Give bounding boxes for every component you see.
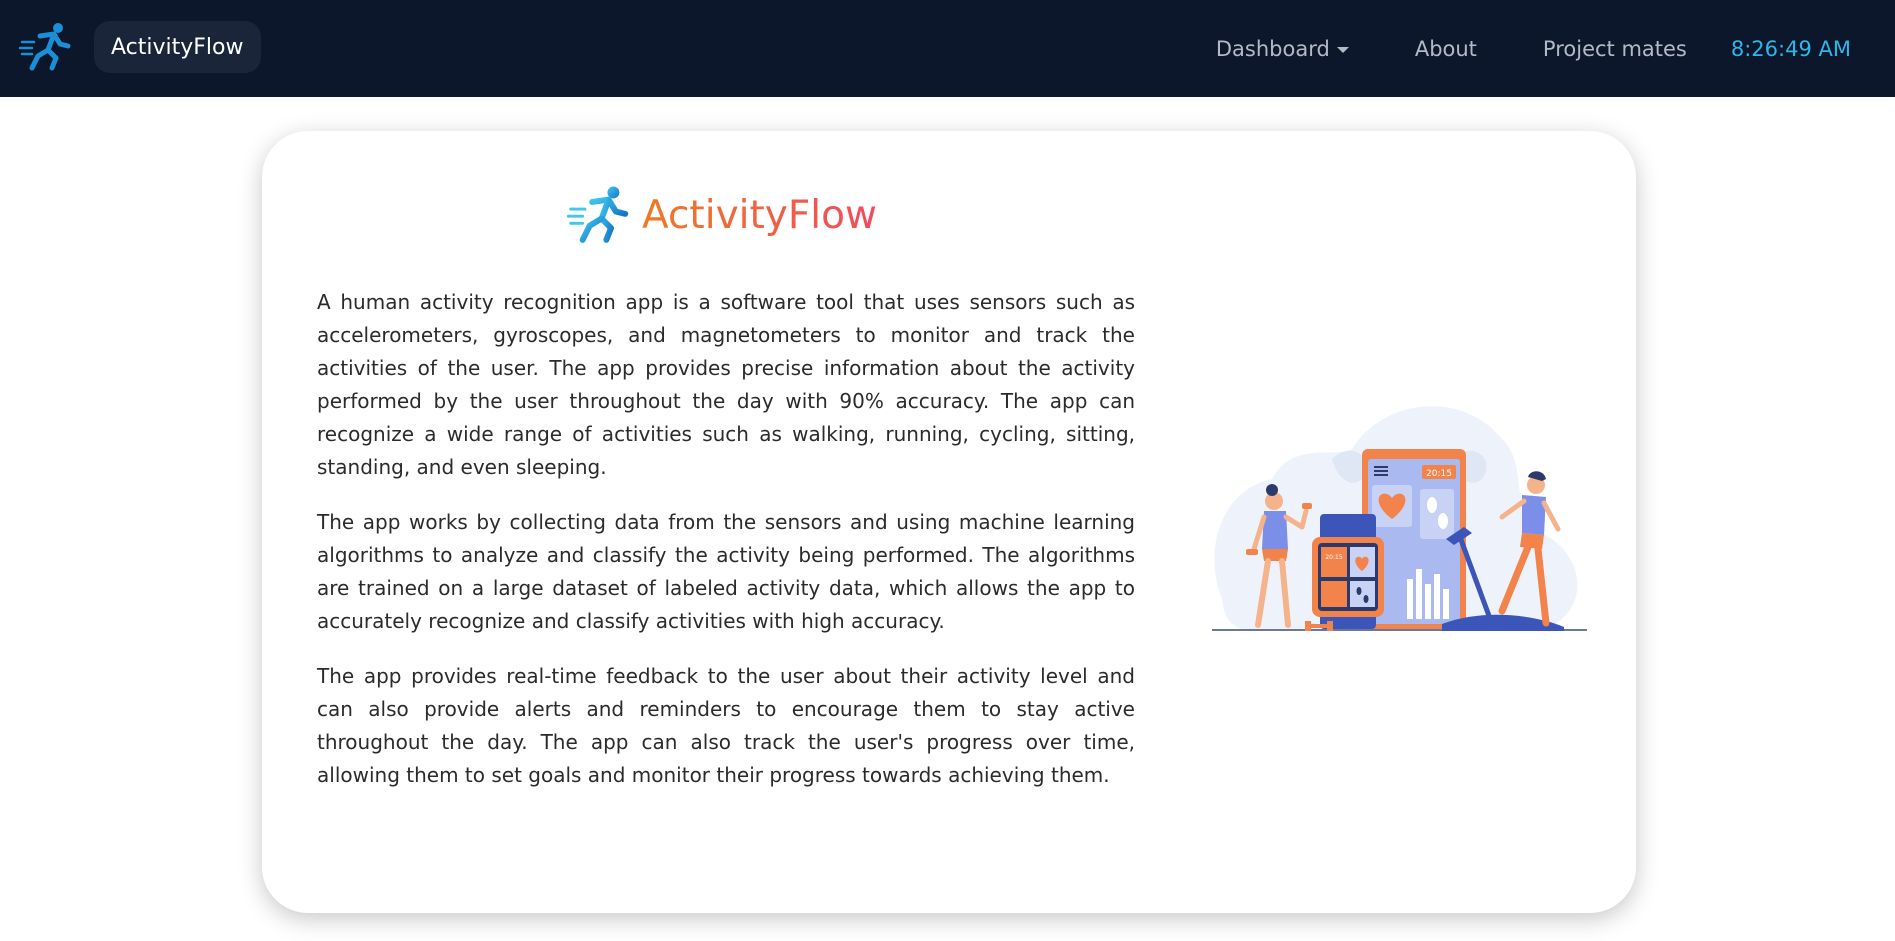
paragraph-how-it-works: The app works by collecting data from th… <box>317 510 1135 633</box>
running-man-icon <box>566 186 629 243</box>
card-title: ActivityFlow <box>642 192 877 238</box>
card-header: ActivityFlow <box>566 183 877 247</box>
nav-item-project-mates-label: Project mates <box>1542 36 1687 61</box>
phone-time: 20:15 <box>1426 469 1452 479</box>
nav-item-about-label: About <box>1414 36 1477 61</box>
paragraph-feedback: The app provides real-time feedback to t… <box>317 664 1135 787</box>
nav-item-project-mates[interactable]: Project mates <box>1543 37 1687 61</box>
watch-time: 20:15 <box>1325 554 1342 561</box>
brand-link[interactable]: ActivityFlow <box>94 21 261 73</box>
clock-display: 8:26:49 AM <box>1730 36 1851 61</box>
brand-label: ActivityFlow <box>111 34 244 60</box>
caret-down-icon <box>1336 46 1349 53</box>
paragraph-intro: A human activity recognition app is a so… <box>317 290 1135 479</box>
description-text: A human activity recognition app is a so… <box>317 286 1135 814</box>
running-man-icon[interactable] <box>18 20 72 74</box>
about-card: ActivityFlow A human activity recognitio… <box>262 131 1636 913</box>
nav-item-dashboard-label: Dashboard <box>1215 36 1330 61</box>
fitness-tracking-illustration: 20:15 20:15 <box>1212 406 1587 631</box>
nav-item-dashboard[interactable]: Dashboard <box>1216 37 1349 61</box>
navbar: ActivityFlow Dashboard About Project mat… <box>0 0 1895 97</box>
nav-item-about[interactable]: About <box>1415 37 1477 61</box>
nav-menu: Dashboard About Project mates 8:26:49 AM <box>1216 0 1851 97</box>
